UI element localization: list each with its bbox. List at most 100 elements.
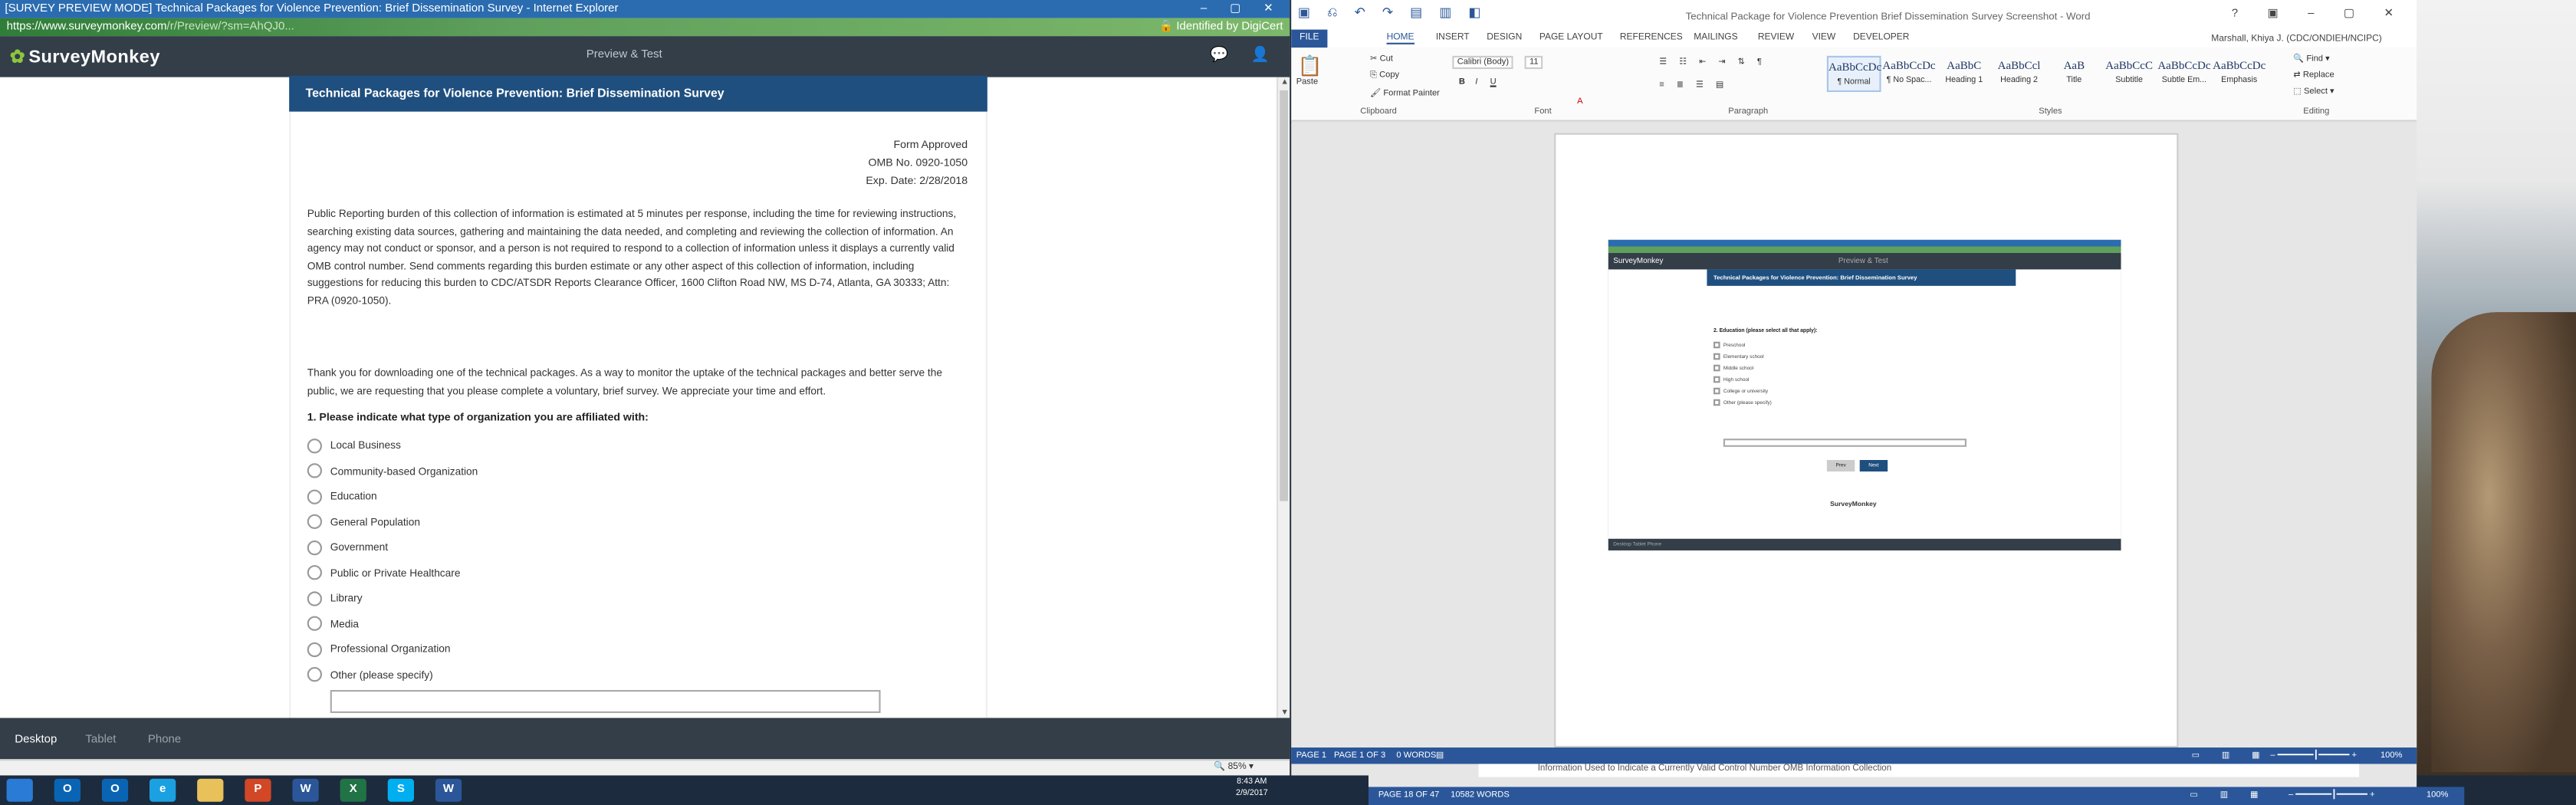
style-gallery-item[interactable]: AaBbCcDc Emphasis — [2212, 56, 2266, 92]
tab-developer[interactable]: DEVELOPER — [1853, 33, 1909, 43]
bg-word-count[interactable]: 10582 WORDS — [1451, 790, 1510, 800]
scroll-down-icon[interactable]: ▼ — [1278, 708, 1291, 718]
tab-file[interactable]: FILE — [1291, 29, 1328, 48]
cut-button[interactable]: ✂ Cut — [1370, 54, 1393, 64]
radio-button[interactable] — [307, 438, 322, 454]
certificate-label[interactable]: 🔒 Identified by DigiCert — [1158, 18, 1283, 37]
tab-design[interactable]: DESIGN — [1487, 33, 1522, 43]
style-gallery-item[interactable]: AaBbCcDc ¶ Normal — [1826, 55, 1882, 92]
radio-option[interactable]: Community-based Organization — [307, 462, 478, 481]
word-zoom-level[interactable]: 100% — [2380, 751, 2402, 761]
bg-zoom-level[interactable]: 100% — [2426, 790, 2448, 800]
font-name-select[interactable]: Calibri (Body) — [1452, 55, 1514, 69]
bg-page-indicator[interactable]: PAGE 18 OF 47 — [1378, 790, 1440, 800]
tab-page-layout[interactable]: PAGE LAYOUT — [1539, 33, 1603, 43]
paste-button[interactable]: Paste — [1296, 77, 1318, 87]
select-button[interactable]: ⬚ Select ▾ — [2293, 87, 2334, 97]
copy-button[interactable]: ⎘ Copy — [1370, 71, 1399, 82]
tab-review[interactable]: REVIEW — [1758, 33, 1794, 43]
window-controls[interactable]: ‒ ▢ ✕ — [1201, 0, 1283, 18]
excel-icon[interactable]: X — [340, 778, 366, 802]
radio-button[interactable] — [307, 540, 322, 555]
bold-icon[interactable]: B — [1459, 77, 1465, 87]
quick-access-toolbar[interactable]: ▣ ⎌ ↶ ↷ ▤ ▥ ◧ — [1298, 5, 1487, 21]
italic-icon[interactable]: I — [1475, 77, 1477, 87]
radio-button[interactable] — [307, 642, 322, 657]
tab-view[interactable]: VIEW — [1812, 33, 1836, 43]
ie-zoom-level[interactable]: 🔍 85% ▾ — [1214, 762, 1254, 772]
radio-option[interactable]: Library — [307, 590, 363, 608]
chat-icon[interactable]: 💬 — [1208, 46, 1230, 66]
file-explorer-icon[interactable] — [197, 778, 224, 802]
paste-icon[interactable]: 📋 — [1298, 54, 1322, 77]
word-window-controls[interactable]: ? ▣ ‒ ▢ ✕ — [2232, 7, 2407, 20]
word-icon[interactable]: W — [435, 778, 462, 802]
scroll-thumb[interactable] — [1280, 90, 1288, 501]
tab-tablet[interactable]: Tablet — [85, 734, 116, 746]
list-icons[interactable]: ☰ ☷ ⇤ ⇥ ⇅ ¶ — [1659, 58, 1766, 67]
page-short[interactable]: PAGE 1 — [1296, 751, 1326, 761]
radio-button[interactable] — [307, 565, 322, 581]
radio-option[interactable]: Other (please specify) — [307, 666, 433, 685]
replace-button[interactable]: ⇄ Replace — [2293, 71, 2334, 80]
style-gallery-item[interactable]: AaBbCcDc Subtle Em... — [2157, 56, 2212, 92]
outlook-icon[interactable]: O — [101, 778, 129, 802]
alignment-icons[interactable]: ≡ ≣ ☰ ▤ — [1659, 80, 1729, 90]
style-gallery-item[interactable]: AaBbCcDc ¶ No Spac... — [1882, 56, 1937, 92]
radio-option[interactable]: Government — [307, 539, 388, 557]
radio-button[interactable] — [307, 463, 322, 479]
internet-explorer-icon[interactable]: e — [150, 778, 176, 802]
radio-option[interactable]: Professional Organization — [307, 641, 451, 659]
radio-option[interactable]: General Population — [307, 514, 420, 532]
tab-mailings[interactable]: MAILINGS — [1694, 33, 1737, 43]
tab-references[interactable]: REFERENCES — [1620, 33, 1683, 43]
signed-in-user[interactable]: Marshall, Khiya J. (CDC/ONDIEH/NCIPC) — [2211, 34, 2381, 44]
format-painter-button[interactable]: 🖌 Format Painter — [1370, 89, 1440, 99]
bg-view-mode-icons[interactable]: ▭ ▥ ▦ — [2190, 790, 2268, 800]
find-button[interactable]: 🔍 Find ▾ — [2293, 54, 2329, 64]
tab-home[interactable]: HOME — [1386, 33, 1414, 44]
radio-button[interactable] — [307, 514, 322, 530]
windows-start-icon[interactable] — [6, 778, 33, 802]
scroll-up-icon[interactable]: ▲ — [1278, 77, 1291, 87]
tab-desktop[interactable]: Desktop — [15, 734, 57, 746]
style-gallery-item[interactable]: AaBbCcl Heading 2 — [1992, 56, 2046, 92]
embedded-screenshot[interactable]: SurveyMonkey Preview & Test Technical Pa… — [1608, 239, 2121, 550]
tab-insert[interactable]: INSERT — [1436, 33, 1470, 43]
powerpoint-icon[interactable]: P — [245, 778, 271, 802]
view-mode-icons[interactable]: ▭ ▥ ▦ — [2192, 751, 2270, 761]
radio-option[interactable]: Local Business — [307, 437, 401, 455]
radio-button[interactable] — [307, 489, 322, 504]
page-indicator[interactable]: PAGE 1 OF 3 — [1334, 751, 1385, 761]
radio-button[interactable] — [307, 667, 322, 682]
style-preview: AaBbCcDc — [1829, 61, 1882, 74]
outlook-icon[interactable]: O — [54, 778, 80, 802]
radio-option[interactable]: Education — [307, 488, 377, 506]
radio-button[interactable] — [307, 591, 322, 606]
skype-icon[interactable]: S — [387, 778, 414, 802]
font-size-select[interactable]: 11 — [1524, 55, 1543, 69]
ie-address-bar[interactable]: https://www.surveymonkey.com/r/Preview/?… — [0, 18, 1290, 37]
embedded-address-bar — [1608, 246, 2121, 253]
style-gallery-item[interactable]: AaBbC Heading 1 — [1937, 56, 1991, 92]
underline-icon[interactable]: U — [1490, 77, 1497, 87]
ie-scrollbar[interactable]: ▲ ▼ — [1276, 77, 1290, 718]
radio-option[interactable]: Public or Private Healthcare — [307, 564, 460, 583]
zoom-slider[interactable]: – ━━━━━━━┃━━━━━━ + — [2270, 751, 2357, 761]
word-icon[interactable]: W — [292, 778, 319, 802]
radio-option-label: General Population — [330, 516, 420, 528]
user-icon[interactable]: 👤 — [1249, 46, 1272, 66]
word-count[interactable]: 0 WORDS — [1396, 751, 1436, 761]
radio-button[interactable] — [307, 616, 322, 632]
form-approved: Form Approved — [893, 140, 968, 152]
system-clock[interactable]: 8:43 AM 2/9/2017 — [1219, 777, 1285, 800]
radio-option[interactable]: Media — [307, 616, 359, 634]
surveymonkey-logo[interactable]: ✿ SurveyMonkey — [10, 46, 160, 67]
style-gallery-item[interactable]: AaBbCcC Subtitle — [2102, 56, 2157, 92]
tab-phone[interactable]: Phone — [148, 734, 181, 746]
proofing-icon[interactable]: ▤ — [1436, 751, 1444, 761]
bg-zoom-slider[interactable]: – ━━━━━━━┃━━━━━━ + — [2288, 790, 2375, 800]
style-gallery-item[interactable]: AaB Title — [2047, 56, 2101, 92]
other-specify-input[interactable] — [330, 690, 881, 713]
font-color-icon[interactable]: A — [1577, 97, 1582, 107]
